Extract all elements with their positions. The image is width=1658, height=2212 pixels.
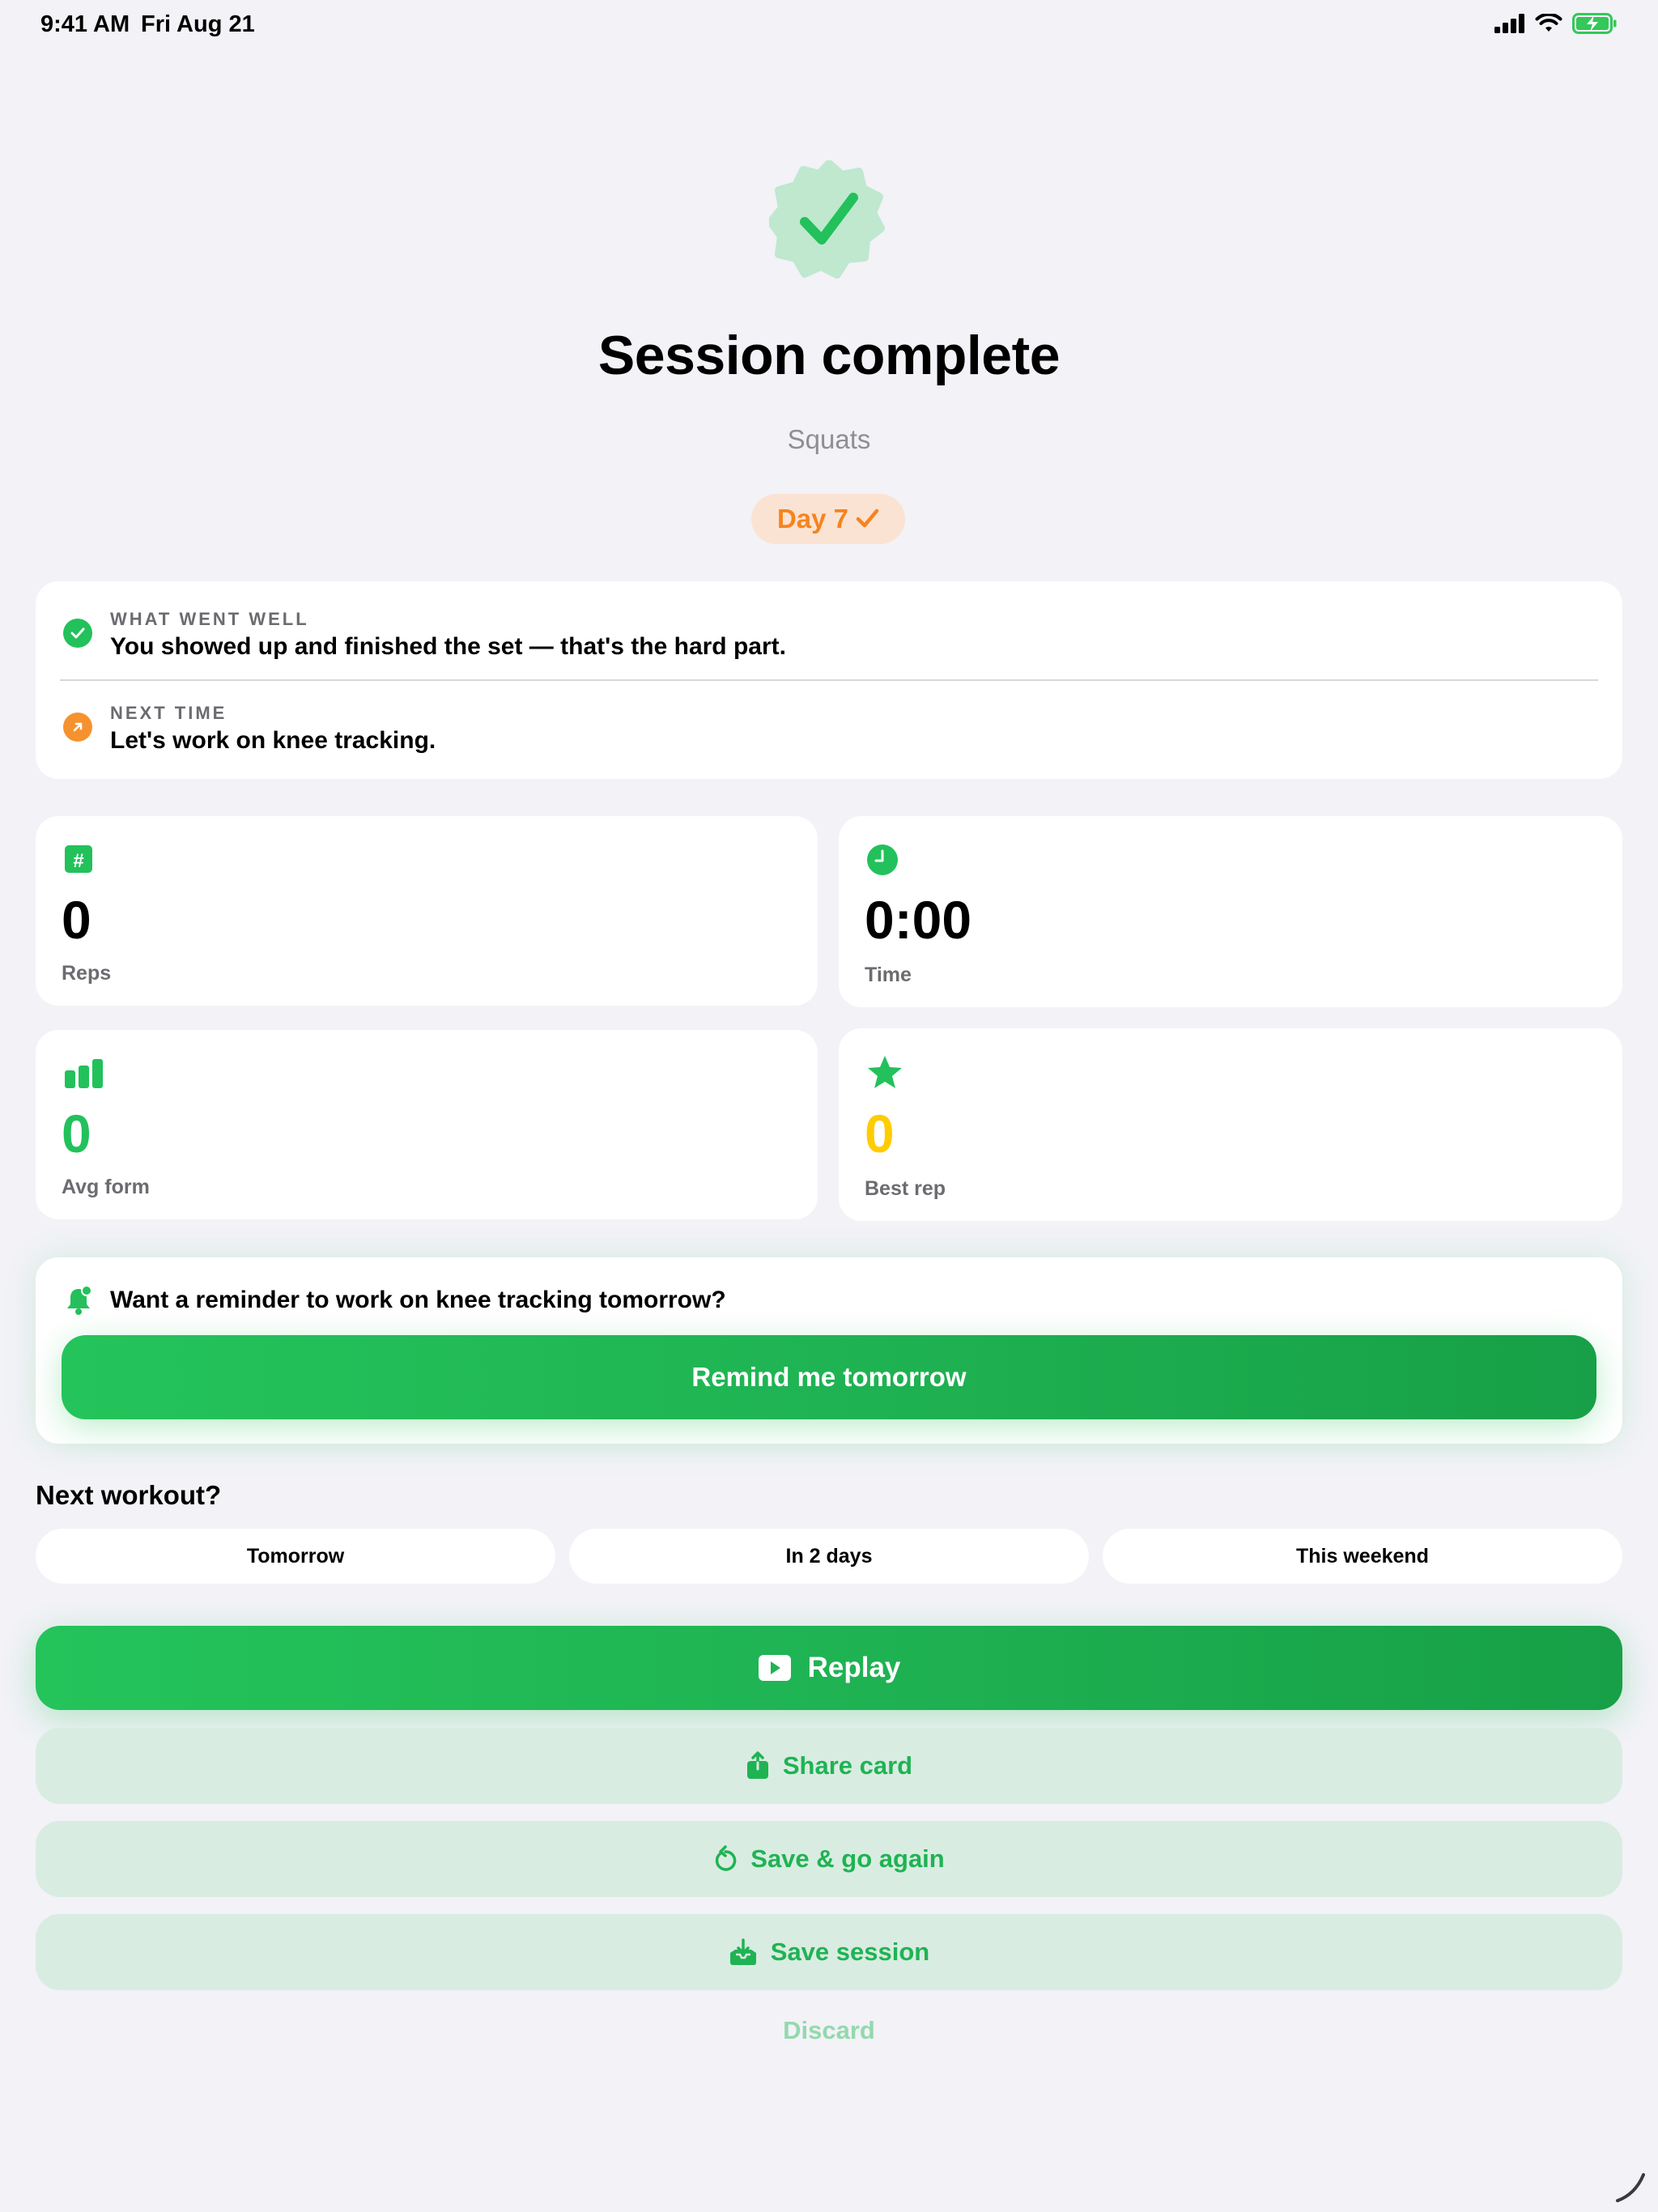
replay-label: Replay [807, 1652, 901, 1683]
play-rectangle-icon [758, 1655, 791, 1681]
share-icon [746, 1751, 768, 1779]
bar-chart-icon [65, 1059, 103, 1088]
save-go-again-button[interactable]: Save & go again [36, 1821, 1622, 1897]
status-bar: 9:41 AM Fri Aug 21 [0, 0, 1658, 52]
save-session-button[interactable]: Save session [36, 1914, 1622, 1990]
battery-charging-icon [1572, 13, 1617, 34]
went-well-text: You showed up and finished the set — tha… [110, 633, 786, 660]
remind-me-button[interactable]: Remind me tomorrow [62, 1335, 1596, 1419]
status-icons [1494, 13, 1618, 34]
option-tomorrow[interactable]: Tomorrow [36, 1529, 555, 1584]
page-title: Session complete [597, 325, 1061, 386]
avg-form-label: Avg form [62, 1176, 150, 1198]
time-value: 0:00 [865, 890, 972, 950]
best-rep-value: 0 [865, 1104, 895, 1163]
replay-button[interactable]: Replay [36, 1626, 1622, 1710]
tray-download-icon [729, 1938, 756, 1965]
checkmark-icon [856, 508, 879, 528]
next-workout-label: Next workout? [36, 1480, 222, 1510]
time-label: Time [865, 963, 912, 986]
discard-button[interactable]: Discard [0, 2016, 1658, 2045]
reps-value: 0 [62, 890, 91, 950]
day-streak-badge: Day 7 [751, 494, 905, 544]
signal-icon [1494, 14, 1524, 33]
star-icon [868, 1056, 902, 1088]
wifi-icon [1535, 14, 1562, 32]
feedback-card: WHAT WENT WELL You showed up and finishe… [36, 581, 1622, 779]
next-time-label: NEXT TIME [110, 703, 227, 723]
exercise-name: Squats [787, 424, 871, 454]
best-rep-label: Best rep [865, 1177, 946, 1200]
time-card: 0:00 Time [839, 816, 1622, 1007]
reminder-card: Want a reminder to work on knee tracking… [36, 1257, 1622, 1444]
counterclockwise-arrow-icon [716, 1845, 737, 1871]
save-go-again-label: Save & go again [750, 1844, 945, 1873]
went-well-label: WHAT WENT WELL [110, 609, 309, 629]
share-card-label: Share card [782, 1751, 913, 1780]
went-well-row: WHAT WENT WELL You showed up and finishe… [36, 581, 1622, 678]
svg-text:#: # [73, 850, 83, 872]
checkmark-circle-icon [63, 619, 92, 648]
status-date: Fri Aug 21 [141, 11, 255, 37]
remind-me-label: Remind me tomorrow [691, 1362, 967, 1392]
reps-label: Reps [62, 962, 112, 985]
share-card-button[interactable]: Share card [36, 1728, 1622, 1804]
option-in-2-days[interactable]: In 2 days [569, 1529, 1089, 1584]
number-icon: # [65, 845, 92, 873]
clock-icon [867, 844, 898, 875]
reminder-prompt: Want a reminder to work on knee tracking… [110, 1287, 726, 1313]
status-time: 9:41 AM [40, 11, 130, 37]
checkmark-seal-icon [769, 160, 885, 279]
best-rep-card: 0 Best rep [839, 1028, 1622, 1221]
day-streak-label: Day 7 [776, 504, 849, 534]
next-time-text: Let's work on knee tracking. [110, 727, 436, 754]
reps-card: # 0 Reps [36, 816, 818, 1006]
save-session-label: Save session [770, 1938, 930, 1966]
resize-corner-icon [1616, 2173, 1645, 2202]
bell-icon [67, 1285, 92, 1315]
avg-form-value: 0 [62, 1104, 91, 1163]
arrow-up-right-circle-icon [63, 713, 92, 742]
avg-form-card: 0 Avg form [36, 1030, 818, 1219]
next-time-row: NEXT TIME Let's work on knee tracking. [36, 680, 1622, 779]
option-this-weekend[interactable]: This weekend [1103, 1529, 1622, 1584]
